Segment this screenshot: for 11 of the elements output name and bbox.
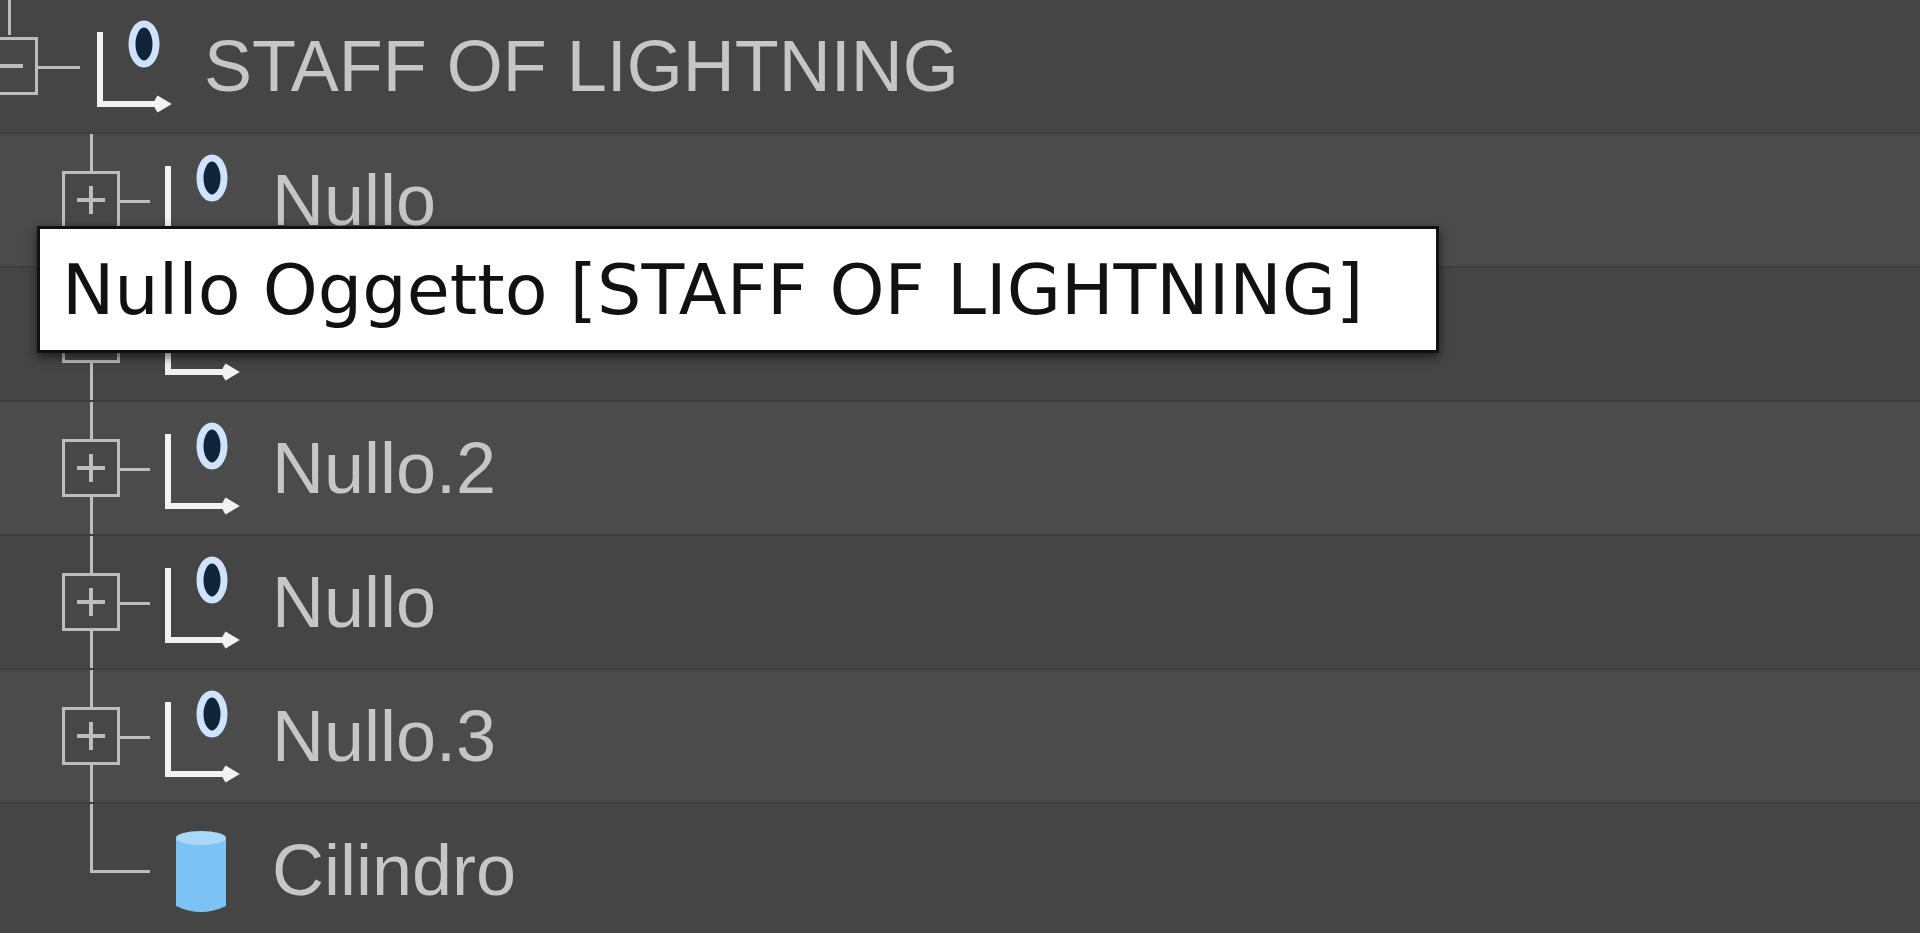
object-name[interactable]: Cilindro [272, 829, 517, 911]
object-name[interactable]: Nullo [272, 561, 437, 643]
tooltip: Nullo Oggetto [STAFF OF LIGHTNING] [37, 226, 1439, 353]
object-name[interactable]: STAFF OF LIGHTNING [204, 25, 959, 107]
object-name[interactable]: Nullo.3 [272, 695, 497, 777]
expand-toggle[interactable] [62, 707, 120, 765]
object-name[interactable]: Nullo.2 [272, 427, 497, 509]
minus-icon [0, 64, 23, 68]
expand-toggle[interactable] [62, 439, 120, 497]
expand-toggle[interactable] [62, 573, 120, 631]
expand-toggle[interactable] [62, 171, 120, 229]
